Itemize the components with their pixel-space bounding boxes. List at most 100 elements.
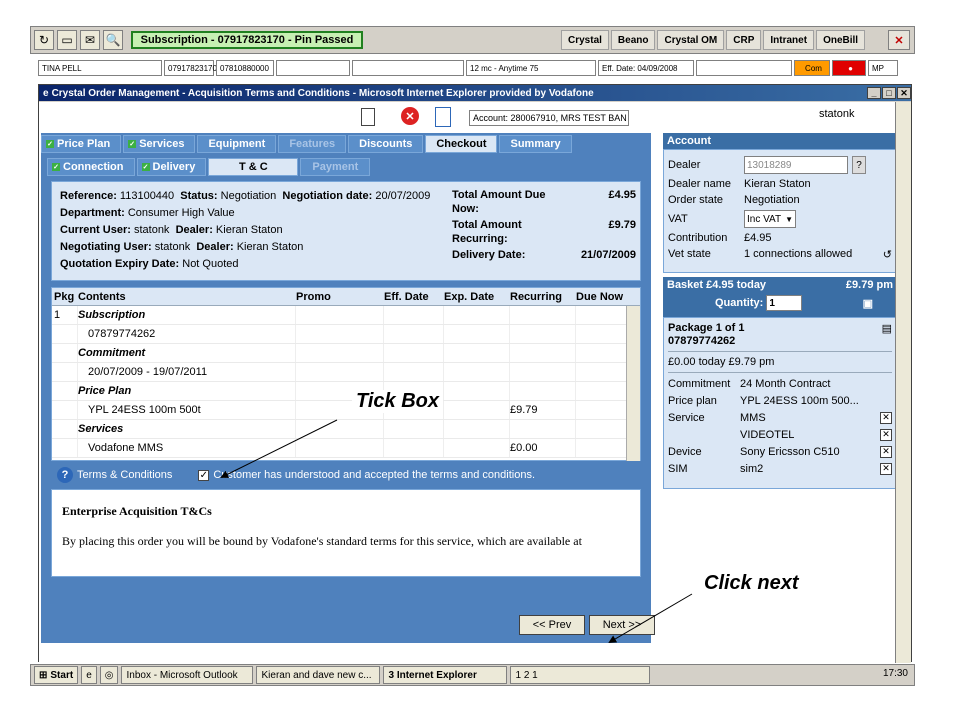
close-icon[interactable]: ✕ [888,30,910,50]
dealer-input[interactable]: 13018289 [744,156,848,174]
clock: 17:30 [882,668,908,679]
tab-price-plan[interactable]: ✓ Price Plan [41,135,122,153]
check-icon: ✓ [46,140,54,148]
tab-connection[interactable]: ✓ Connection [47,158,135,176]
secondary-number: 07810880000 [216,60,274,76]
alert-indicator[interactable]: ● [832,60,866,76]
table-body: 1 Subscription 07879774262 Commitment 20/07/… [52,306,640,458]
windows-icon: ⊞ [39,669,48,681]
check-icon: ✓ [52,163,60,171]
outlook-quicklaunch-icon[interactable]: ◎ [99,666,119,684]
help-icon[interactable]: ? [57,467,73,483]
ie-title-bar: e Crystal Order Management - Acquisition… [39,85,911,101]
cell-contents: Price Plan [78,382,296,400]
cell-recurring [510,325,576,343]
vat-label: VAT [668,213,688,225]
accept-terms-checkbox[interactable]: ✓ [198,469,210,481]
undo-icon[interactable]: ↺ [883,248,892,261]
search-icon[interactable]: 🔍 [103,30,123,50]
tab-payment: Payment [300,158,371,176]
subscription-status: Subscription - 07917823170 - Pin Passed [131,31,363,49]
cell-recurring [510,363,576,381]
basket-item: SIM sim2 ✕ [668,460,892,477]
total-recurring-label: Total Amount Recurring: [452,219,522,245]
basket-item: Service MMS ✕ [668,409,892,426]
order-state-label: Order state [668,194,724,206]
cell-contents: Commitment [78,344,296,362]
basket-item-label: Service [668,411,705,424]
maximize-icon[interactable]: □ [882,87,896,99]
vat-select[interactable]: Inc VAT ▼ [744,210,797,228]
com-indicator[interactable]: Com [794,60,830,76]
edit-icon[interactable]: ▤ [882,322,892,335]
link-beano[interactable]: Beano [610,30,656,50]
quantity-input[interactable]: 1 [766,295,803,311]
dealer-value-2: Kieran Staton [236,241,304,253]
tab-discounts[interactable]: Discounts [348,135,424,153]
tab-equipment[interactable]: Equipment [197,135,277,153]
neg-user-label: Negotiating User: [60,241,152,253]
app-toolbar: ✕ Account: 280067910, MRS TEST BAN stato… [39,102,897,132]
delivery-value: 21/07/2009 [580,249,636,261]
neg-date-label: Negotiation date: [282,190,373,202]
link-intranet[interactable]: Intranet [763,30,815,50]
tab-delivery[interactable]: ✓ Delivery [136,158,207,176]
taskbar-outlook[interactable]: Inbox - Microsoft Outlook [121,666,254,684]
close-window-icon[interactable]: ✕ [897,87,911,99]
status-value: Negotiation [220,190,277,202]
nav-buttons: << Prev Next >> [515,615,655,635]
remove-item-icon[interactable]: ✕ [880,445,892,458]
mail-icon[interactable]: ✉ [80,30,100,50]
terms-row: ? Terms & Conditions ✓ Customer has unde… [51,465,641,485]
link-crystal-om[interactable]: Crystal OM [657,30,725,50]
help-lookup-icon[interactable]: ? [852,156,866,174]
table-row: 1 Subscription [52,306,640,325]
tab-label: Services [139,138,185,150]
link-crystal[interactable]: Crystal [561,30,609,50]
tab-summary[interactable]: Summary [499,135,572,153]
copy-icon[interactable]: ▣ [863,297,873,310]
tab-terms[interactable]: T & C [208,158,299,176]
taskbar-ie-group[interactable]: 3 Internet Explorer [383,666,508,684]
document-icon[interactable] [361,108,375,126]
cell-eff-date [384,344,444,362]
customer-name: TINA PELL [38,60,162,76]
terms-link[interactable]: Terms & Conditions [77,469,172,481]
col-due-now: Due Now [576,290,624,303]
table-scrollbar[interactable] [626,306,640,461]
next-button[interactable]: Next >> [589,615,655,635]
taskbar-folder[interactable]: 1 2 1 [510,666,651,684]
terms-text-box[interactable]: Enterprise Acquisition T&Cs By placing t… [51,489,641,577]
cell-recurring [510,382,576,400]
tab-services[interactable]: ✓ Services [123,135,196,153]
minimize-icon[interactable]: _ [867,87,881,99]
remove-item-icon[interactable]: ✕ [880,428,892,441]
remove-item-icon[interactable]: ✕ [880,462,892,475]
prev-button[interactable]: << Prev [519,615,585,635]
table-row: Price Plan [52,382,640,401]
link-onebill[interactable]: OneBill [816,30,866,50]
cancel-order-icon[interactable]: ✕ [401,107,419,125]
taskbar-document[interactable]: Kieran and dave new c... [256,666,381,684]
cell-promo [296,344,384,362]
ie-quicklaunch-icon[interactable]: e [81,666,97,684]
tab-features: Features [278,135,347,153]
cell-promo [296,420,384,438]
link-crp[interactable]: CRP [726,30,762,50]
window-scrollbar[interactable] [895,102,911,663]
cell-recurring [510,344,576,362]
copy-icon[interactable] [435,107,451,127]
cell-pkg [52,439,78,457]
notes-icon[interactable]: ▭ [57,30,77,50]
blank-field-3 [696,60,792,76]
mp-indicator[interactable]: MP [868,60,898,76]
tab-checkout[interactable]: Checkout [425,135,498,153]
basket-monthly: £9.79 pm [845,279,893,291]
account-details: Dealer 13018289? Dealer name Kieran Staton… [663,149,897,273]
remove-item-icon[interactable]: ✕ [880,411,892,424]
neg-date-value: 20/07/2009 [375,190,431,202]
refresh-icon[interactable]: ↻ [34,30,54,50]
blank-field-2 [352,60,464,76]
start-button[interactable]: ⊞ Start [34,666,79,684]
taskbar: ⊞ Start e ◎ Inbox - Microsoft Outlook Kie… [30,664,915,686]
